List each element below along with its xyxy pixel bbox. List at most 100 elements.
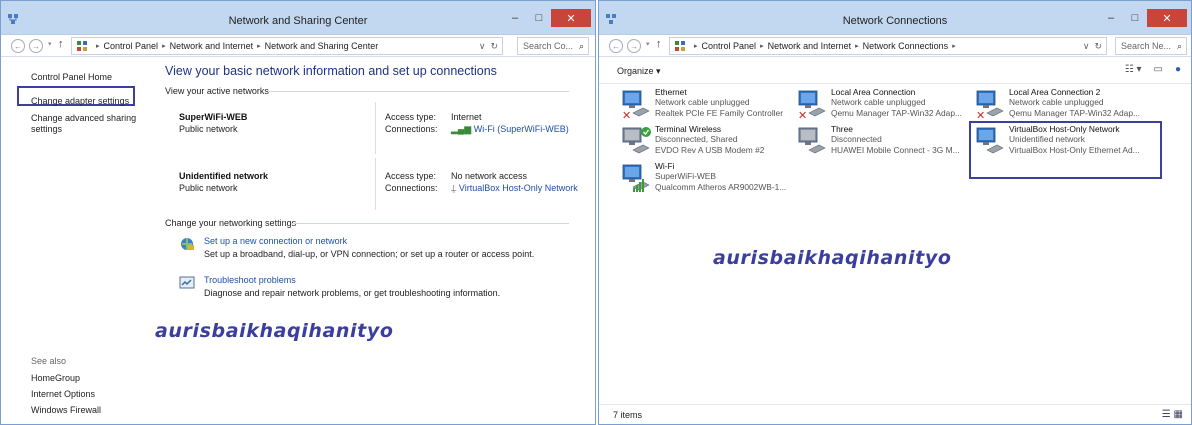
search-input[interactable]: Search Ne... ⌕ [1115,37,1187,55]
virtualbox-connection-link[interactable]: ⍊ VirtualBox Host-Only Network [451,183,578,194]
connection-item[interactable]: Terminal Wireless Disconnected, Shared EVD… [619,124,794,164]
connection-item[interactable]: Three Disconnected HUAWEI Mobile Connect -… [795,124,970,164]
change-settings-label: Change your networking settings [165,218,297,228]
access-type-row: Access type: Internet [385,112,482,122]
connection-device: Qemu Manager TAP-Win32 Adap... [1009,107,1140,118]
connections-row: Connections: ⍊ VirtualBox Host-Only Netw… [385,183,578,193]
divider [269,91,569,92]
breadcrumb-item[interactable]: Network and Internet [768,41,852,51]
connections-row: Connections: ▂▄▆ Wi-Fi (SuperWiFi-WEB) [385,124,569,134]
change-adapter-settings-link[interactable]: Change adapter settings [31,96,129,107]
network-type[interactable]: Public network [179,124,238,134]
network-adapter-icon [622,164,650,192]
titlebar: Network Connections – □ ✕ [599,1,1191,35]
connection-status: Network cable unplugged [1009,97,1104,108]
svg-text:✕: ✕ [798,109,807,121]
connection-device: Qemu Manager TAP-Win32 Adap... [831,107,962,118]
connection-status: Disconnected, Shared [655,134,738,145]
connection-name: Wi-Fi [655,161,675,171]
search-icon[interactable]: ⌕ [1177,41,1182,52]
connection-name: Local Area Connection 2 [1009,87,1101,97]
connection-item[interactable]: ✕ Ethernet Network cable unplugged Realtek … [619,87,794,127]
highlight-box [969,121,1162,179]
internet-options-link[interactable]: Internet Options [31,389,95,400]
svg-text:✕: ✕ [976,109,985,121]
network-type[interactable]: Public network [179,183,238,193]
minimize-button[interactable]: – [1099,9,1123,27]
help-icon[interactable]: ● [1175,64,1181,75]
search-icon[interactable]: ⌕ [579,41,584,52]
setup-connection-link[interactable]: Set up a new connection or network [204,236,347,246]
address-box[interactable]: ▸ Control Panel ▸ Network and Internet ▸… [71,37,503,55]
forward-arrow-icon[interactable]: → [627,39,641,53]
task-description: Set up a broadband, dial-up, or VPN conn… [204,249,535,259]
organize-button[interactable]: Organize ▾ [617,66,661,77]
close-button[interactable]: ✕ [551,9,591,27]
network-adapter-icon: ✕ [798,90,826,121]
command-bar: Organize ▾ ☷ ▾ ▭ ● [599,58,1191,84]
connection-device: EVDO Rev A USB Modem #2 [655,144,765,155]
forward-arrow-icon[interactable]: → [29,39,43,53]
breadcrumb-item[interactable]: Network and Internet [170,41,254,51]
maximize-button[interactable]: □ [1123,9,1147,27]
watermark-text: aurisbaikhaqihanityo [155,320,394,342]
breadcrumb-item[interactable]: Network and Sharing Center [265,41,379,51]
network-name: SuperWiFi-WEB [179,112,248,122]
divider [375,102,376,154]
connection-status: Disconnected [831,134,882,145]
up-arrow-icon[interactable]: ↑ [58,38,64,50]
network-connections-window: Network Connections – □ ✕ ← → ▾ ↑ ▸ Cont… [598,0,1192,425]
change-view-icon[interactable]: ☷ ▾ [1125,64,1142,75]
address-bar: ← → ▾ ↑ ▸ Control Panel ▸ Network and In… [599,35,1191,57]
breadcrumb-item[interactable]: Control Panel [104,41,159,51]
connection-device: HUAWEI Mobile Connect - 3G M... [831,144,960,155]
refresh-icon[interactable]: ∨ ↻ [1083,41,1102,52]
breadcrumb-item[interactable]: Control Panel [702,41,757,51]
homegroup-link[interactable]: HomeGroup [31,373,80,384]
titlebar: Network and Sharing Center – □ ✕ [1,1,595,35]
search-input[interactable]: Search Co... ⌕ [517,37,589,55]
change-advanced-sharing-link[interactable]: Change advanced sharing settings [31,113,141,135]
network-adapter-icon: ✕ [622,90,650,121]
access-type-row: Access type: No network access [385,171,528,181]
connection-item[interactable]: ✕ Local Area Connection Network cable unpl… [795,87,970,127]
troubleshoot-link[interactable]: Troubleshoot problems [204,275,296,285]
chevron-down-icon[interactable]: ▾ [48,40,52,48]
minimize-button[interactable]: – [503,9,527,27]
new-connection-icon [181,238,194,250]
breadcrumb-item[interactable]: Network Connections [863,41,949,51]
control-panel-icon [675,41,685,51]
connection-name: Local Area Connection [831,87,916,97]
wifi-connection-link[interactable]: ▂▄▆ Wi-Fi (SuperWiFi-WEB) [451,124,569,135]
connection-device: Realtek PCIe FE Family Controller [655,107,783,118]
network-adapter-icon [622,127,651,154]
connection-item[interactable]: Wi-Fi SuperWiFi-WEB Qualcomm Atheros AR900… [619,161,794,201]
wifi-signal-icon: ▂▄▆ [451,124,472,134]
task-description: Diagnose and repair network problems, or… [204,288,501,298]
connection-device: Qualcomm Atheros AR9002WB-1... [655,181,787,192]
network-adapter-icon [798,127,826,154]
refresh-icon[interactable]: ∨ ↻ [479,41,498,52]
view-toggle-icon[interactable]: ☰ ▦ [1162,409,1183,420]
ethernet-plug-icon: ⍊ [451,183,457,193]
connection-name: Three [831,124,853,134]
close-button[interactable]: ✕ [1147,9,1187,27]
back-arrow-icon[interactable]: ← [11,39,25,53]
chevron-down-icon[interactable]: ▾ [646,40,650,48]
connection-status: Network cable unplugged [831,97,926,108]
svg-text:✕: ✕ [622,109,631,121]
sidebar-home-link[interactable]: Control Panel Home [31,72,112,82]
sidebar: Control Panel Home Change adapter settin… [1,58,151,424]
network-sharing-center-window: Network and Sharing Center – □ ✕ ← → ▾ ↑… [0,0,596,425]
divider [291,223,569,224]
watermark-text: aurisbaikhaqihanityo [713,247,952,269]
up-arrow-icon[interactable]: ↑ [656,38,662,50]
network-name: Unidentified network [179,171,269,181]
address-bar: ← → ▾ ↑ ▸ Control Panel ▸ Network and In… [1,35,595,57]
back-arrow-icon[interactable]: ← [609,39,623,53]
address-box[interactable]: ▸ Control Panel ▸ Network and Internet ▸… [669,37,1107,55]
windows-firewall-link[interactable]: Windows Firewall [31,405,101,416]
preview-pane-icon[interactable]: ▭ [1154,64,1163,75]
maximize-button[interactable]: □ [527,9,551,27]
see-also-label: See also [31,356,67,366]
